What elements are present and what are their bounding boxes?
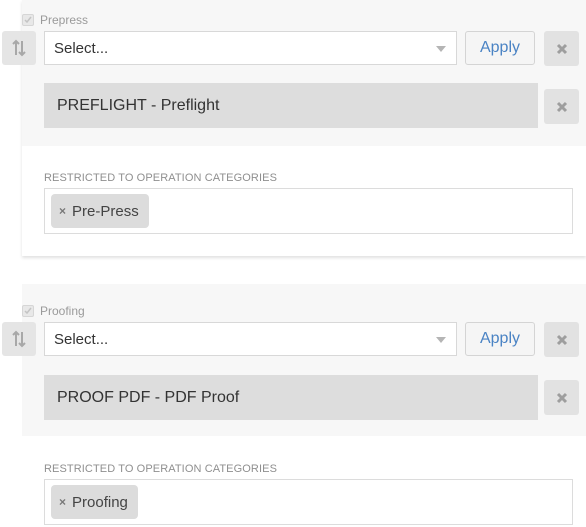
tag-label: Pre-Press bbox=[72, 202, 139, 220]
select-placeholder: Select... bbox=[54, 39, 109, 57]
category-tags-input[interactable]: × Proofing bbox=[44, 479, 573, 525]
checkbox-label: Prepress bbox=[40, 13, 89, 27]
sort-handle[interactable] bbox=[2, 322, 36, 356]
sort-updown-icon bbox=[12, 39, 26, 57]
checkbox-icon[interactable] bbox=[22, 14, 34, 26]
chevron-down-icon bbox=[436, 46, 446, 52]
apply-button[interactable]: Apply bbox=[465, 322, 535, 356]
prepress-checkbox-row[interactable]: Prepress bbox=[22, 13, 88, 27]
restricted-categories-label: RESTRICTED TO OPERATION CATEGORIES bbox=[44, 463, 278, 475]
remove-operation-button[interactable] bbox=[544, 380, 579, 415]
remove-x-icon bbox=[556, 101, 567, 112]
chevron-down-icon bbox=[436, 337, 446, 343]
tag-remove-icon[interactable]: × bbox=[59, 204, 66, 218]
remove-section-button[interactable] bbox=[544, 31, 579, 66]
apply-button[interactable]: Apply bbox=[465, 31, 535, 65]
remove-section-button[interactable] bbox=[544, 322, 579, 357]
category-tag[interactable]: × Pre-Press bbox=[51, 194, 149, 228]
proofing-checkbox-row[interactable]: Proofing bbox=[22, 304, 85, 318]
selected-operation: PREFLIGHT - Preflight bbox=[44, 83, 538, 128]
select-placeholder: Select... bbox=[54, 330, 109, 348]
remove-x-icon bbox=[556, 392, 567, 403]
checkbox-label: Proofing bbox=[40, 304, 85, 318]
sort-updown-icon bbox=[12, 330, 26, 348]
sort-handle[interactable] bbox=[2, 31, 36, 65]
remove-x-icon bbox=[556, 43, 567, 54]
operation-label: PROOF PDF - PDF Proof bbox=[57, 388, 240, 406]
tag-remove-icon[interactable]: × bbox=[59, 495, 66, 509]
category-tags-input[interactable]: × Pre-Press bbox=[44, 188, 573, 234]
operation-label: PREFLIGHT - Preflight bbox=[57, 96, 220, 114]
checkbox-icon[interactable] bbox=[22, 305, 34, 317]
tag-label: Proofing bbox=[72, 493, 128, 511]
selected-operation: PROOF PDF - PDF Proof bbox=[44, 375, 538, 420]
restricted-categories-label: RESTRICTED TO OPERATION CATEGORIES bbox=[44, 172, 278, 184]
remove-x-icon bbox=[556, 334, 567, 345]
operation-select[interactable]: Select... bbox=[44, 322, 457, 356]
remove-operation-button[interactable] bbox=[544, 89, 579, 124]
operation-select[interactable]: Select... bbox=[44, 31, 457, 65]
category-tag[interactable]: × Proofing bbox=[51, 485, 138, 519]
